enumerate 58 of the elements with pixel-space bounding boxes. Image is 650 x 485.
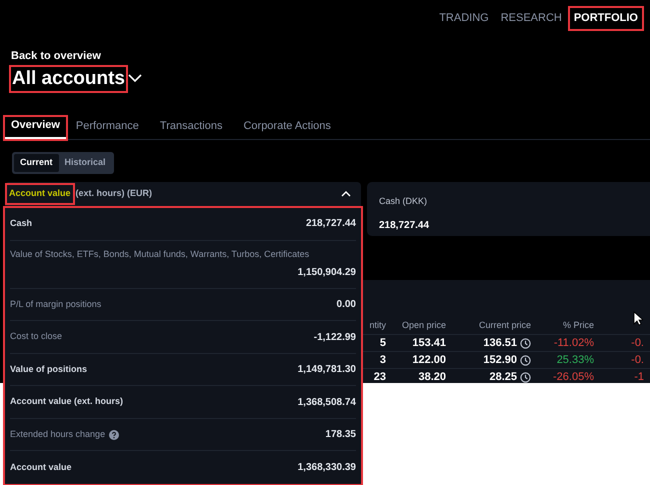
card-label: Cash (DKK) <box>379 195 428 208</box>
tab[interactable]: Performance <box>70 117 145 139</box>
column-header[interactable]: Open price <box>386 318 446 332</box>
row-label: Account value (ext. hours) <box>10 395 124 408</box>
nav-link[interactable]: RESEARCH <box>496 8 566 28</box>
row-value: 1,149,781.30 <box>298 363 356 378</box>
row-value: 1,368,330.39 <box>298 461 356 476</box>
tab[interactable]: Overview <box>5 117 66 139</box>
table-cell-text: 153.41 <box>411 336 446 351</box>
row-label: Value of positions <box>10 362 88 376</box>
table-cell-text: -1 <box>633 370 644 383</box>
column-header[interactable]: % Price <box>531 318 594 332</box>
table-cell-text: -0. <box>630 352 644 368</box>
mouse-cursor-icon <box>633 311 643 326</box>
row-label: Value of Stocks, ETFs, Bonds, Mutual funds, Warrants, Turbos, Certificates <box>10 248 310 261</box>
table-cell-text: 136.51 <box>483 336 517 351</box>
column-header[interactable]: ntity <box>362 318 386 332</box>
panel-title: (ext. hours) (EUR) <box>76 187 152 200</box>
row-value: 218,727.44 <box>306 217 356 232</box>
panel-title-highlight: Account value <box>7 185 73 203</box>
row-value: 0.00 <box>336 298 356 312</box>
table-cell-text: 152.90 <box>483 352 517 368</box>
row-label: Account value <box>10 460 72 474</box>
nav-link[interactable]: TRADING <box>435 8 493 28</box>
table-cell-text: 28.25 <box>489 370 517 383</box>
account-title[interactable]: All accounts <box>11 66 126 90</box>
row-label: P/L of margin positions <box>10 298 102 311</box>
clock-icon <box>520 372 531 382</box>
table-cell-text: 23 <box>372 370 386 383</box>
row-label: Cash <box>10 217 32 230</box>
table-cell-text: 3 <box>378 352 386 368</box>
help-icon[interactable] <box>109 430 120 440</box>
table-cell-text: 25.33% <box>556 352 594 368</box>
nav-link[interactable]: PORTFOLIO <box>570 8 642 28</box>
row-label: Cost to close <box>10 330 62 344</box>
panel-header[interactable]: Account value (ext. hours) (EUR) <box>5 182 361 206</box>
row-value: -1,122.99 <box>314 330 356 345</box>
clock-icon <box>520 338 531 348</box>
table-cell-text: -0. <box>630 336 644 351</box>
table-cell-text: 38.20 <box>417 370 446 383</box>
row-value: 178.35 <box>325 428 356 442</box>
tab[interactable]: Corporate Actions <box>237 117 337 139</box>
table-cell-text: 122.00 <box>411 352 446 368</box>
table-cell-text: -26.05% <box>552 370 594 383</box>
column-header[interactable]: Current price <box>446 318 531 332</box>
row-label: Extended hours change <box>10 428 106 441</box>
back-link[interactable]: Back to overview <box>11 48 142 64</box>
table-cell-text: 5 <box>378 336 386 351</box>
chevron-up-icon[interactable] <box>341 191 351 197</box>
clock-icon <box>520 354 531 366</box>
row-value: 1,150,904.29 <box>298 266 356 280</box>
toggle-option[interactable]: Historical <box>58 154 112 172</box>
tab[interactable]: Transactions <box>154 117 228 139</box>
table-cell-text: -11.02% <box>552 336 594 351</box>
card-value: 218,727.44 <box>379 218 430 232</box>
row-value: 1,368,508.74 <box>298 396 356 410</box>
chevron-down-icon[interactable] <box>128 74 142 83</box>
toggle-option[interactable]: Current <box>14 154 59 172</box>
